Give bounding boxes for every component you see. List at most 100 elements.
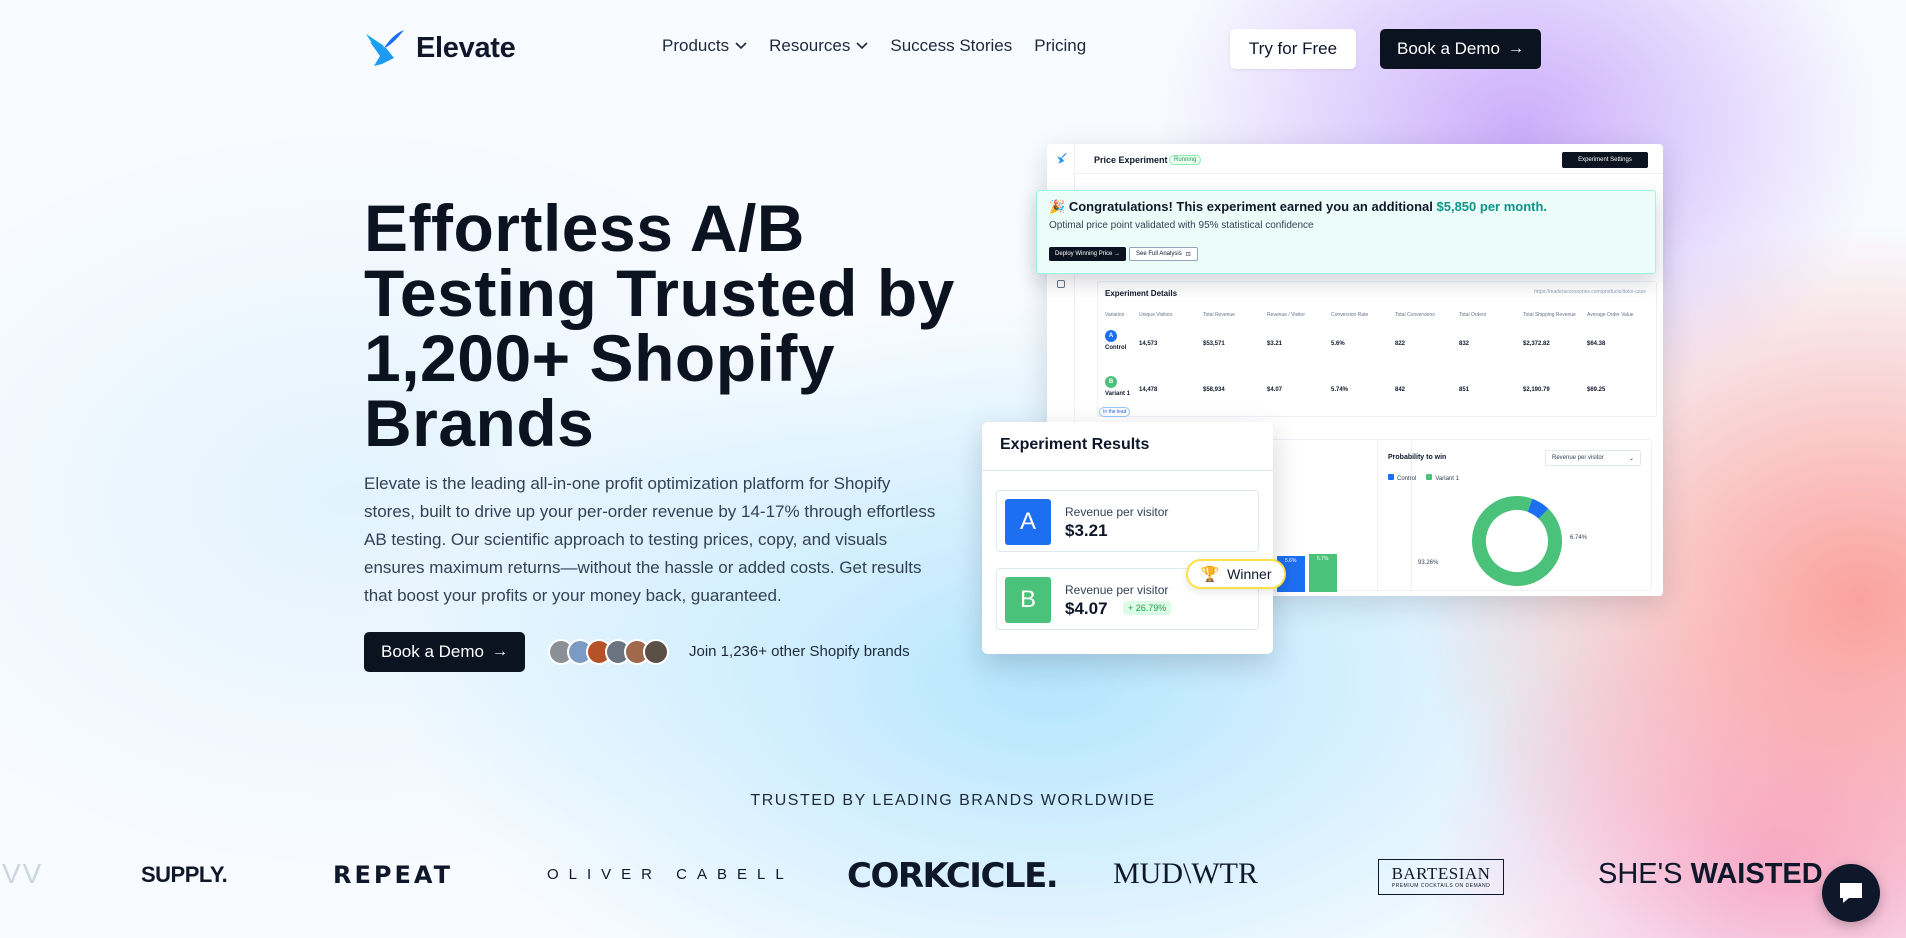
see-full-analysis-label: See Full Analysis [1136,251,1182,257]
variant-a-badge: A [1005,499,1051,545]
probability-panel: Probability to win Revenue per visitor ⌄… [1377,439,1652,591]
legend-label: Variant 1 [1435,476,1459,482]
variant-b-badge: B [1005,577,1051,623]
chart-icon: ⊡ [1185,251,1191,258]
chat-bubble-icon [1840,883,1862,903]
details-url[interactable]: https://maderaccessories.com/products/do… [1534,289,1646,295]
variation-name: Variant 1 [1105,391,1131,397]
brand-logo-bartesian: BARTESIAN PREMIUM COCKTAILS ON DEMAND [1378,859,1504,895]
result-delta-badge: + 26.79% [1123,601,1172,615]
details-header-row: Variation Unique Visitors Total Revenue … [1105,312,1651,318]
experiment-details-panel: Experiment Details https://maderaccessor… [1097,281,1657,417]
column-header: Total Shipping Revenue [1523,312,1576,318]
table-cell: 851 [1459,387,1470,393]
winner-label: Winner [1227,566,1272,582]
experiment-settings-button[interactable]: Experiment Settings [1562,152,1648,168]
table-cell: $2,372.82 [1523,341,1550,347]
social-proof-text: Join 1,236+ other Shopify brands [689,643,910,660]
brand-logo-supply: SUPPLY. [141,862,228,887]
variant-badge: B [1105,376,1117,388]
nav-resources-label: Resources [769,36,851,55]
main-menu: Products Resources Success Stories Prici… [662,36,1086,56]
chevron-down-icon [856,42,868,50]
table-cell: 5.6% [1331,341,1345,347]
brand-logo[interactable]: Elevate [364,28,516,68]
bartesian-wordmark: BARTESIAN [1391,864,1491,883]
column-header: Total Revenue [1203,312,1235,318]
table-cell: $3.21 [1267,341,1283,347]
experiment-title: Price Experiment [1094,155,1168,165]
variation-cell: A Control [1105,330,1139,351]
column-header: Revenue / Visitor [1267,312,1305,318]
brand-logo-repeat: REPEAT [333,861,453,889]
chat-widget-button[interactable] [1822,864,1880,922]
nav-resources[interactable]: Resources [769,36,868,56]
table-cell: 842 [1395,387,1406,393]
arrow-right-icon: → [1508,40,1524,57]
table-cell: 5.74% [1331,387,1349,393]
congrats-amount: $5,850 per month. [1436,199,1548,214]
book-demo-hero-button[interactable]: Book a Demo → [364,632,525,672]
results-title: Experiment Results [1000,436,1150,453]
nav-pricing[interactable]: Pricing [1034,36,1086,56]
brand-logo-mudwtr: MUD\WTR [1113,857,1258,890]
column-header: Variation [1105,312,1125,318]
column-header: Unique Visitors [1139,312,1173,318]
congrats-headline: 🎉 Congratulations! This experiment earne… [1049,199,1547,215]
bird-logo-icon [366,30,404,66]
brand-logo-corkcicle: CORKCICLE. [847,856,1059,896]
divider [982,470,1273,471]
brand-waisted: WAISTED [1690,858,1823,890]
congrats-subtext: Optimal price point validated with 95% s… [1049,220,1314,231]
table-cell: $53,571 [1203,341,1225,347]
nav-success-stories[interactable]: Success Stories [890,36,1012,56]
variant-probability-label: 93.26% [1418,560,1439,566]
customer-avatars [548,639,669,665]
winner-badge: 🏆 Winner [1186,559,1286,589]
bird-logo-icon [1057,152,1068,164]
hero-description: Elevate is the leading all-in-one profit… [364,474,936,605]
table-cell: 832 [1459,341,1470,347]
table-cell: $64.38 [1587,341,1606,347]
control-probability-label: 6.74% [1570,535,1588,541]
legend-variant: Variant 1 [1426,474,1459,482]
probability-donut-chart [1472,496,1562,586]
table-row: A Control 14,573 $53,571 $3.21 5.6% 822 … [1105,330,1651,351]
column-header: Average Order Value [1587,312,1634,318]
table-cell: 14,478 [1139,387,1158,393]
table-cell: $2,190.79 [1523,387,1550,393]
status-badge: Running [1169,155,1202,165]
book-demo-nav-button[interactable]: Book a Demo → [1380,29,1541,69]
congrats-banner: 🎉 Congratulations! This experiment earne… [1036,190,1656,274]
chevron-down-icon: ⌄ [1628,456,1634,462]
brand-logo-vv: VV [2,858,44,889]
metric-select-value: Revenue per visitor [1552,455,1604,461]
trusted-heading: TRUSTED BY LEADING BRANDS WORLDWIDE [750,792,1156,809]
brand-logo-oliver-cabell: OLIVER CABELL [547,866,794,883]
table-row: B Variant 1 14,478 $58,934 $4.07 5.74% 8… [1105,376,1651,397]
bartesian-tagline: PREMIUM COCKTAILS ON DEMAND [1391,883,1491,889]
table-cell: $69.25 [1587,387,1606,393]
nav-success-stories-label: Success Stories [890,36,1013,55]
probability-title: Probability to win [1388,454,1447,461]
book-demo-nav-label: Book a Demo [1397,39,1500,58]
bar-label: 5.6% [1285,558,1297,564]
result-value: $4.07 [1065,599,1108,618]
legend-control: Control [1388,474,1416,482]
gear-icon [1057,280,1065,288]
table-cell: 14,573 [1139,341,1158,347]
details-title: Experiment Details [1105,289,1178,298]
metric-select[interactable]: Revenue per visitor ⌄ [1545,450,1641,466]
see-full-analysis-button[interactable]: See Full Analysis ⊡ [1129,247,1198,261]
column-header: Total Orders [1459,312,1487,318]
congrats-text: Congratulations! This experiment earned … [1068,199,1433,214]
deploy-winning-price-button[interactable]: Deploy Winning Price → [1049,247,1127,261]
donut-slice-variant [1472,496,1562,586]
arrow-right-icon: → [492,643,508,660]
column-header: Total Conversions [1395,312,1435,318]
nav-pricing-label: Pricing [1034,36,1087,55]
table-cell: 822 [1395,341,1406,347]
try-for-free-button[interactable]: Try for Free [1230,29,1356,69]
bar-label: 5.7% [1317,556,1329,562]
nav-products[interactable]: Products [662,36,747,56]
